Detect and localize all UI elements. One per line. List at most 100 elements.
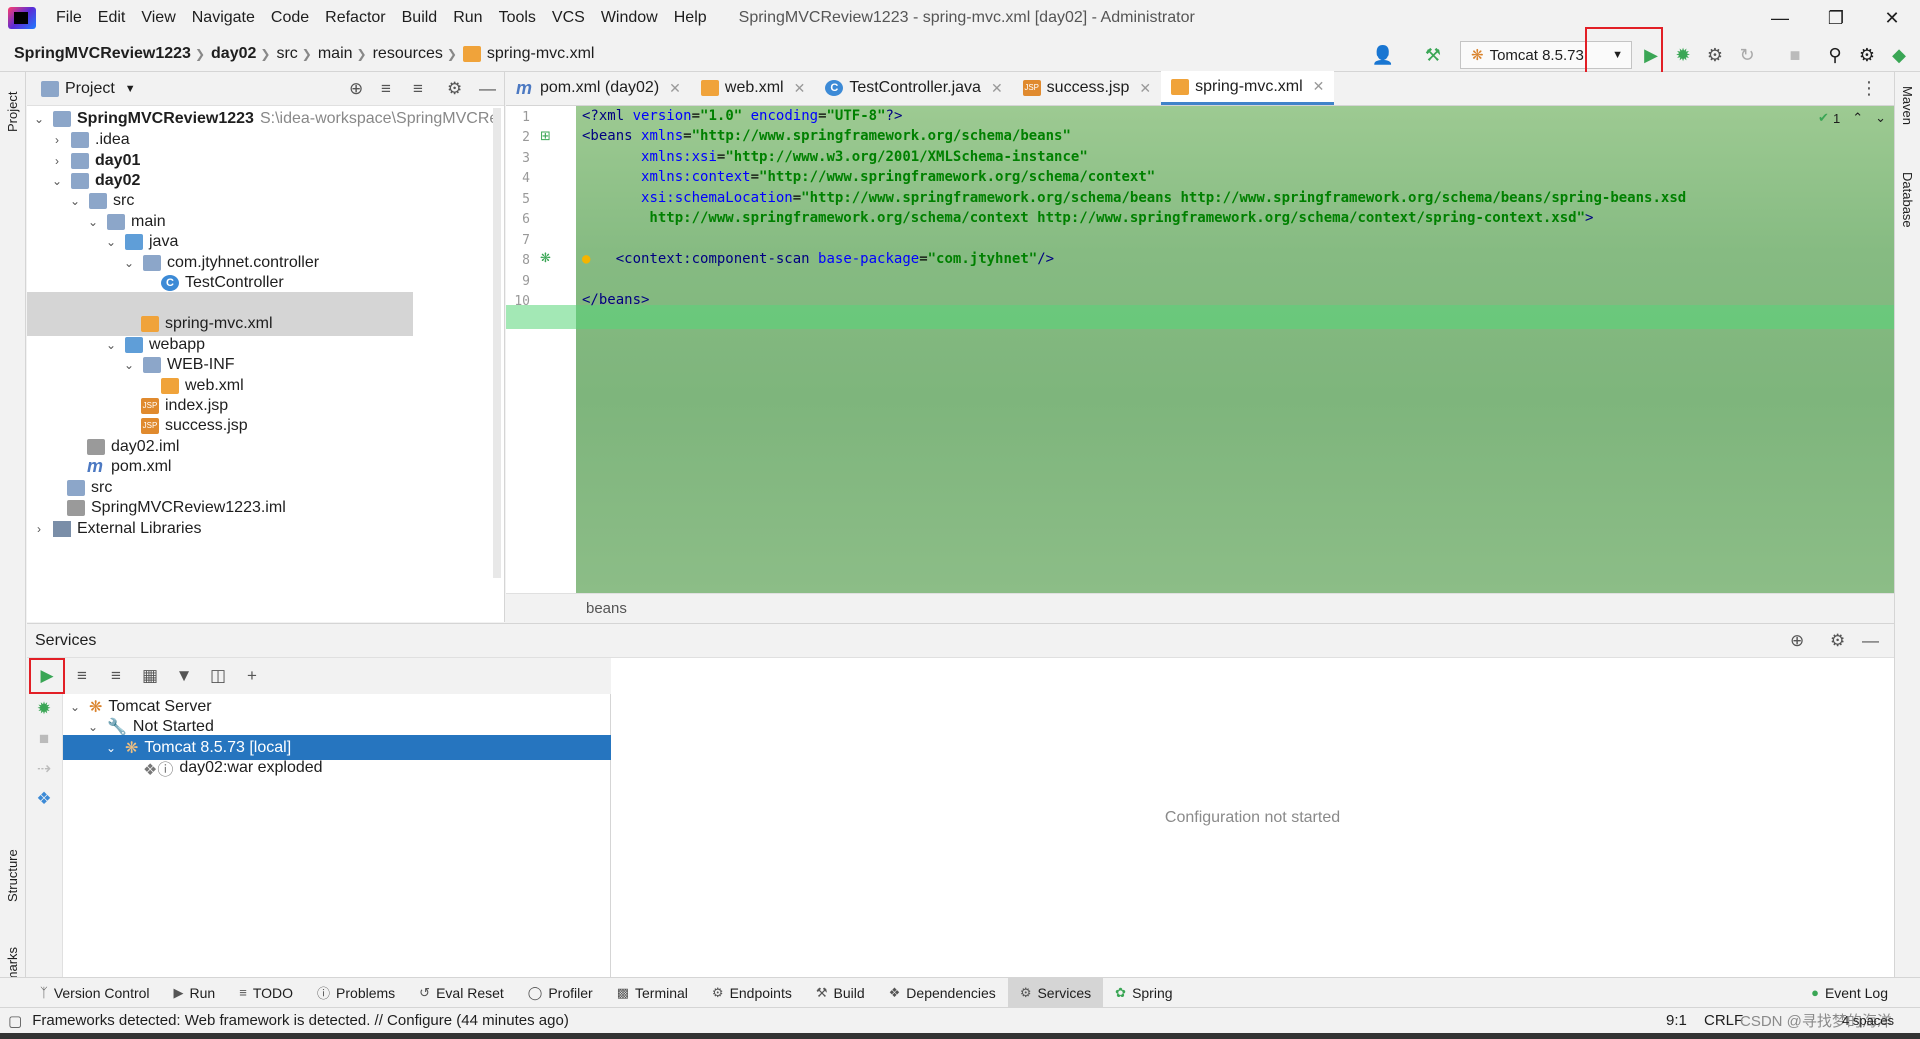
locate-icon[interactable]: ⊕ xyxy=(1790,631,1804,651)
tab-testcontroller[interactable]: C TestController.java ✕ xyxy=(815,71,1012,105)
close-icon[interactable]: ✕ xyxy=(1864,0,1920,36)
status-toggle-icon[interactable]: ▢ xyxy=(8,1012,22,1030)
build-hammer-icon[interactable]: ⚒ xyxy=(1420,42,1446,68)
menu-edit[interactable]: Edit xyxy=(90,9,134,27)
tool-todo[interactable]: ≡ TODO xyxy=(227,978,305,1008)
run-icon[interactable]: ▶ xyxy=(1638,42,1664,68)
tool-spring[interactable]: ✿ Spring xyxy=(1103,978,1184,1008)
chevron-down-icon[interactable]: ⌄ xyxy=(67,194,83,208)
debug-icon[interactable]: ✹ xyxy=(1670,42,1696,68)
new-tab-icon[interactable]: ◫ xyxy=(201,661,235,691)
coverage-icon[interactable]: ⚙ xyxy=(1702,42,1728,68)
group-by-icon[interactable]: ▦ xyxy=(133,661,167,691)
collapse-all-icon[interactable]: ≡ xyxy=(99,661,133,691)
deploy-icon[interactable]: ⇢ xyxy=(27,754,61,784)
maximize-icon[interactable]: ❐ xyxy=(1808,0,1864,36)
artifacts-icon[interactable]: ❖ xyxy=(27,784,61,814)
tab-pom-xml[interactable]: m pom.xml (day02) ✕ xyxy=(506,71,691,105)
gear-icon[interactable]: ⚙ xyxy=(1830,631,1845,651)
menu-run[interactable]: Run xyxy=(445,9,490,27)
chevron-down-icon[interactable]: ⌄ xyxy=(121,256,137,270)
menu-file[interactable]: File xyxy=(48,9,90,27)
bean-gutter-icon[interactable]: ⊞ xyxy=(540,128,551,144)
tool-version-control[interactable]: ᛉ Version Control xyxy=(28,978,162,1008)
project-tool-tab[interactable]: Project xyxy=(5,92,20,132)
database-tool-tab[interactable]: Database xyxy=(1900,172,1915,228)
chevron-down-icon[interactable]: ⌄ xyxy=(67,700,83,714)
close-icon[interactable]: ✕ xyxy=(1313,78,1325,95)
chevron-down-icon[interactable]: ⌄ xyxy=(85,215,101,229)
menu-help[interactable]: Help xyxy=(666,9,715,27)
stop-icon[interactable]: ■ xyxy=(27,724,61,754)
menu-window[interactable]: Window xyxy=(593,9,666,27)
tool-run[interactable]: ▶ Run xyxy=(162,978,228,1008)
spring-gutter-icon[interactable]: ❋ xyxy=(540,250,551,266)
close-icon[interactable]: ✕ xyxy=(1139,80,1151,97)
breadcrumb-main[interactable]: main xyxy=(312,45,357,63)
menu-code[interactable]: Code xyxy=(263,9,317,27)
indent-setting[interactable]: 4 spaces xyxy=(1842,1013,1894,1028)
tool-eval-reset[interactable]: ↺ Eval Reset xyxy=(407,978,516,1008)
chevron-down-icon[interactable]: ⌄ xyxy=(1875,110,1886,126)
tab-spring-mvc-xml[interactable]: spring-mvc.xml ✕ xyxy=(1161,71,1335,105)
menu-navigate[interactable]: Navigate xyxy=(184,9,263,27)
structure-tool-tab[interactable]: Structure xyxy=(5,849,20,902)
hide-panel-icon[interactable]: — xyxy=(1862,631,1879,651)
expand-all-icon[interactable]: ≡ xyxy=(381,79,391,99)
close-icon[interactable]: ✕ xyxy=(794,80,806,97)
close-icon[interactable]: ✕ xyxy=(669,80,681,97)
project-panel-title[interactable]: Project xyxy=(65,80,115,98)
tool-problems[interactable]: ⓘ Problems xyxy=(305,978,407,1008)
chevron-up-icon[interactable]: ⌃ xyxy=(1852,110,1863,126)
tab-web-xml[interactable]: web.xml ✕ xyxy=(691,71,815,105)
filter-icon[interactable]: ▼ xyxy=(167,661,201,691)
menu-view[interactable]: View xyxy=(133,9,183,27)
chevron-right-icon[interactable]: › xyxy=(49,154,65,168)
minimize-icon[interactable]: — xyxy=(1752,0,1808,36)
menu-build[interactable]: Build xyxy=(394,9,446,27)
locate-icon[interactable]: ⊕ xyxy=(349,79,363,99)
project-scrollbar[interactable] xyxy=(493,108,501,578)
chevron-down-icon[interactable]: ⌄ xyxy=(103,338,119,352)
close-icon[interactable]: ✕ xyxy=(991,80,1003,97)
breadcrumb-project[interactable]: SpringMVCReview1223 xyxy=(0,45,195,63)
service-node-artifact[interactable]: ❖ⓘ day02:war exploded xyxy=(143,755,323,780)
breadcrumb-src[interactable]: src xyxy=(270,45,301,63)
expand-all-icon[interactable]: ≡ xyxy=(65,661,99,691)
tab-success-jsp[interactable]: JSP success.jsp ✕ xyxy=(1013,71,1161,105)
hide-panel-icon[interactable]: — xyxy=(479,79,496,99)
stop-icon[interactable]: ■ xyxy=(1782,42,1808,68)
tree-node-external-libraries[interactable]: › External Libraries xyxy=(31,516,202,541)
menu-tools[interactable]: Tools xyxy=(491,9,544,27)
toolbox-icon[interactable]: ◆ xyxy=(1886,42,1912,68)
chevron-down-icon[interactable]: ▼ xyxy=(125,83,136,95)
debug-icon[interactable]: ✹ xyxy=(27,694,61,724)
user-icon[interactable]: 👤 xyxy=(1370,42,1396,68)
breadcrumb-resources[interactable]: resources xyxy=(367,45,447,63)
chevron-down-icon[interactable]: ⌄ xyxy=(85,720,101,734)
chevron-right-icon[interactable]: › xyxy=(49,133,65,147)
inspection-widget[interactable]: ✔ 1 ⌃ ⌄ xyxy=(1564,106,1894,130)
tool-profiler[interactable]: ◯ Profiler xyxy=(516,978,605,1008)
chevron-down-icon[interactable]: ⌄ xyxy=(121,358,137,372)
chevron-down-icon[interactable]: ⌄ xyxy=(103,235,119,249)
breadcrumb-module[interactable]: day02 xyxy=(205,45,260,63)
collapse-all-icon[interactable]: ≡ xyxy=(413,79,423,99)
code-editor[interactable]: 1 2 3 4 5 6 7 8 9 10 ⊞ ❋ <?xml version="… xyxy=(506,106,1894,593)
tree-node-spring-mvc-xml[interactable]: spring-mvc.xml xyxy=(27,311,413,336)
gear-icon[interactable]: ⚙ xyxy=(447,79,462,99)
menu-vcs[interactable]: VCS xyxy=(544,9,593,27)
tool-build[interactable]: ⚒ Build xyxy=(804,978,877,1008)
run-icon[interactable]: ▶ xyxy=(29,658,65,694)
tool-endpoints[interactable]: ⚙ Endpoints xyxy=(700,978,804,1008)
chevron-down-icon[interactable]: ⌄ xyxy=(103,741,119,755)
tool-event-log[interactable]: ● Event Log xyxy=(1799,978,1900,1008)
settings-icon[interactable]: ⚙ xyxy=(1854,42,1880,68)
chevron-down-icon[interactable]: ⌄ xyxy=(31,112,47,126)
more-tabs-icon[interactable]: ⋮ xyxy=(1860,78,1878,99)
menu-refactor[interactable]: Refactor xyxy=(317,9,393,27)
chevron-right-icon[interactable]: › xyxy=(31,522,47,536)
tool-dependencies[interactable]: ❖ Dependencies xyxy=(877,978,1008,1008)
profile-icon[interactable]: ↻ xyxy=(1734,42,1760,68)
breadcrumb-file[interactable]: spring-mvc.xml xyxy=(487,45,599,63)
